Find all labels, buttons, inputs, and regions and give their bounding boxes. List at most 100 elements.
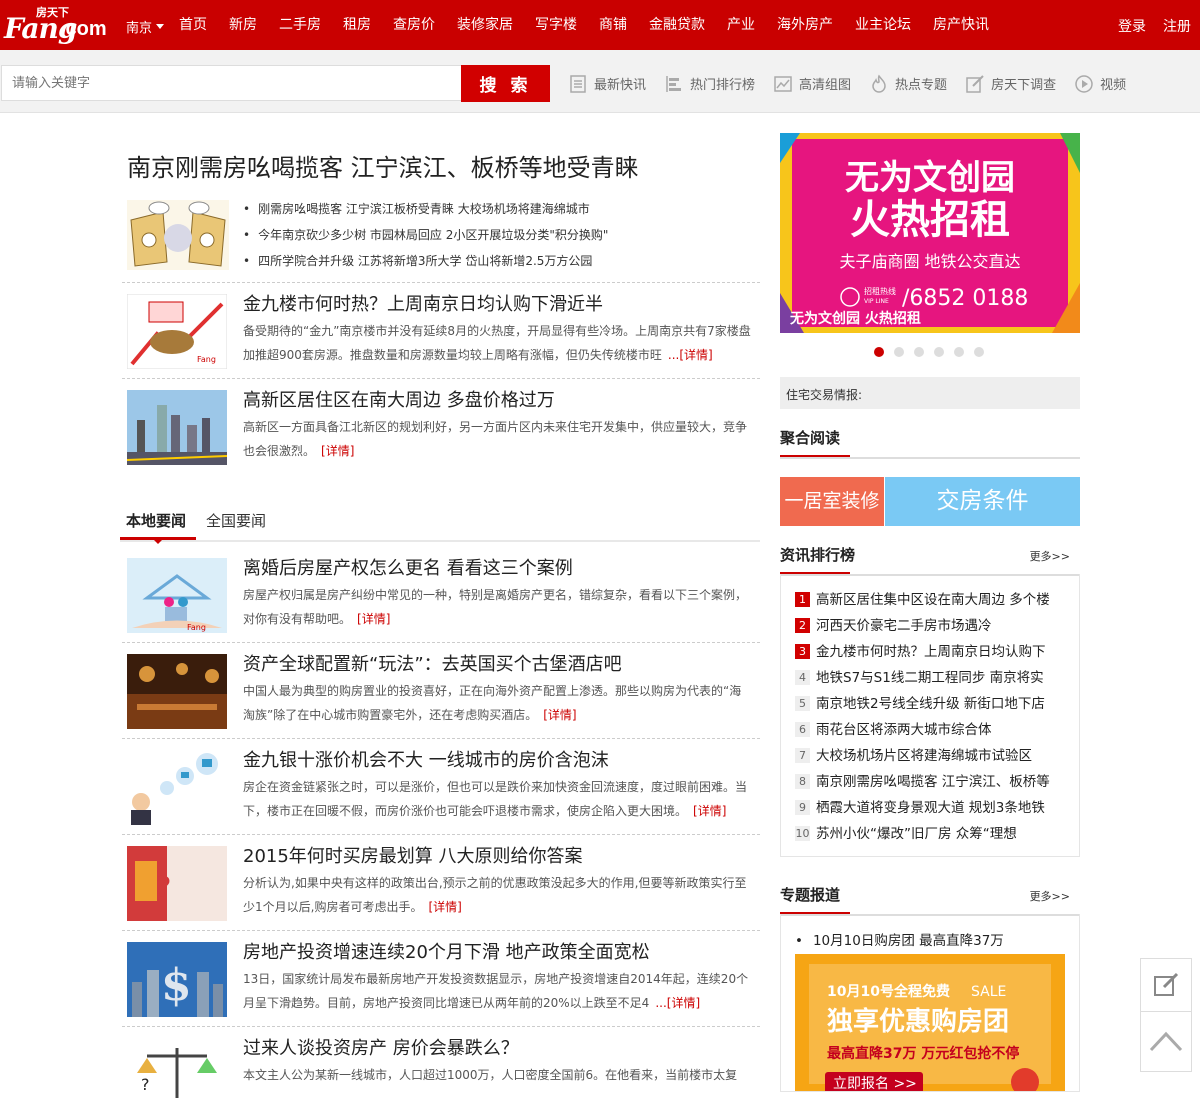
one-bedroom-decor-button[interactable]: 一居室装修 — [780, 477, 884, 526]
news-summary-text: 房企在资金链紧张之时，可以是涨价，但也可以是跌价来加快资金回流速度，度过眼前困难… — [243, 780, 748, 818]
city-selector[interactable]: 南京 — [126, 17, 165, 36]
rank-item[interactable]: 10 苏州小伙“爆改”旧厂房 众筹“理想 — [795, 822, 1065, 842]
quick-links: 最新快讯 热门排行榜 高清组图 热点专题 房天下调查 视频 — [568, 65, 1144, 102]
quicklink-survey[interactable]: 房天下调查 — [965, 74, 1056, 94]
rank-item[interactable]: 2 河西天价豪宅二手房市场遇冷 — [795, 614, 1065, 634]
ad-banner[interactable]: 无为文创园 火热招租 夫子庙商圈 地铁公交直达 招租热线 VIP LINE /6… — [780, 133, 1080, 333]
nav-item-finance[interactable]: 金融贷款 — [638, 0, 716, 50]
nav-item-overseas[interactable]: 海外房产 — [766, 0, 844, 50]
site-logo[interactable]: 房天下 Fang .com — [4, 6, 118, 45]
news-thumbnail[interactable]: ? — [127, 1038, 227, 1113]
news-thumbnail[interactable]: Fang — [127, 558, 227, 633]
detail-link[interactable]: [详情] — [428, 900, 461, 914]
news-title[interactable]: 资产全球配置新“玩法”：去英国买个古堡酒店吧 — [243, 650, 622, 676]
quicklink-video[interactable]: 视频 — [1074, 74, 1126, 94]
rank-title: 资讯排行榜 — [780, 546, 856, 564]
news-title[interactable]: 离婚后房屋产权怎么更名 看看这三个案例 — [243, 554, 573, 580]
news-thumbnail[interactable]: Fang — [127, 294, 227, 369]
ad-line2: 火热招租 — [850, 197, 1010, 243]
news-summary: 分析认为,如果中央有这样的政策出台,预示之前的优惠政策没起多大的作用,但要等新政… — [243, 871, 753, 919]
svg-text:?: ? — [141, 1075, 150, 1094]
search-button[interactable]: 搜 索 — [461, 65, 550, 102]
rank-number: 8 — [795, 774, 810, 789]
quicklink-topics[interactable]: 热点专题 — [869, 74, 947, 94]
detail-link[interactable]: ...[详情] — [668, 348, 713, 362]
news-summary-text: 分析认为,如果中央有这样的政策出台,预示之前的优惠政策没起多大的作用,但要等新政… — [243, 876, 747, 914]
nav-item-news[interactable]: 房产快讯 — [922, 0, 1000, 50]
nav-item-rent[interactable]: 租房 — [332, 0, 382, 50]
news-summary-text: 中国人最为典型的购房置业的投资喜好，正在向海外资产配置上渗透。那些以购房为代表的… — [243, 684, 742, 722]
tab-local-news[interactable]: 本地要闻 — [126, 510, 186, 531]
topic-banner[interactable]: 10月10号全程免费 SALE 独享优惠购房团 最高直降37万 万元红包抢不停 … — [795, 954, 1065, 1091]
nav-item-office[interactable]: 写字楼 — [524, 0, 588, 50]
rank-item[interactable]: 1 高新区居住集中区设在南大周边 多个楼 — [795, 588, 1065, 608]
search-input[interactable] — [1, 65, 471, 101]
ad-line3: 夫子庙商圈 地铁公交直达 — [839, 252, 1020, 271]
rank-item[interactable]: 9 栖霞大道将变身景观大道 规划3条地铁 — [795, 796, 1065, 816]
rank-item[interactable]: 5 南京地铁2号线全线升级 新街口地下店 — [795, 692, 1065, 712]
nav-item-price[interactable]: 查房价 — [382, 0, 446, 50]
rank-number: 3 — [795, 644, 810, 659]
carousel-dot[interactable] — [914, 347, 924, 357]
bullet-link[interactable]: 今年南京砍少多少树 市园林局回应 2小区开展垃圾分类"积分换购" — [243, 226, 763, 252]
detail-link[interactable]: [详情] — [543, 708, 576, 722]
nav-item-new-homes[interactable]: 新房 — [218, 0, 268, 50]
headline-bullets: 刚需房吆喝揽客 江宁滨江板桥受青睐 大校场机场将建海绵城市 今年南京砍少多少树 … — [243, 200, 763, 278]
news-title[interactable]: 房地产投资增速连续20个月下滑 地产政策全面宽松 — [243, 938, 650, 964]
nav-item-industry[interactable]: 产业 — [716, 0, 766, 50]
news-thumbnail[interactable] — [127, 750, 227, 825]
detail-link[interactable]: [详情] — [693, 804, 726, 818]
news-thumbnail[interactable] — [127, 390, 227, 465]
news-title[interactable]: 2015年何时买房最划算 八大原则给你答案 — [243, 842, 583, 868]
rank-item[interactable]: 6 雨花台区将添两大城市综合体 — [795, 718, 1065, 738]
nav-item-shops[interactable]: 商铺 — [588, 0, 638, 50]
rank-item[interactable]: 7 大校场机场片区将建海绵城市试验区 — [795, 744, 1065, 764]
news-thumbnail[interactable] — [127, 654, 227, 729]
juhe-title: 聚合阅读 — [780, 429, 841, 447]
topic-item[interactable]: 10月10日购房团 最高直降37万 — [795, 929, 1004, 949]
nav-item-second-hand[interactable]: 二手房 — [268, 0, 332, 50]
news-title[interactable]: 高新区居住区在南大周边 多盘价格过万 — [243, 386, 555, 412]
rank-item[interactable]: 4 地铁S7与S1线二期工程同步 南京将实 — [795, 666, 1065, 686]
news-item: Fang 离婚后房屋产权怎么更名 看看这三个案例 房屋产权归属是房产纠纷中常见的… — [127, 554, 757, 634]
detail-link[interactable]: ...[详情] — [655, 996, 700, 1010]
register-link[interactable]: 注册 — [1163, 16, 1191, 36]
carousel-dot[interactable] — [934, 347, 944, 357]
rank-list: 1 高新区居住集中区设在南大周边 多个楼 2 河西天价豪宅二手房市场遇冷 3 金九楼市… — [780, 574, 1080, 857]
bullet-link[interactable]: 刚需房吆喝揽客 江宁滨江板桥受青睐 大校场机场将建海绵城市 — [243, 200, 763, 226]
carousel-dot[interactable] — [974, 347, 984, 357]
detail-link[interactable]: [详情] — [321, 444, 354, 458]
nav-item-decor[interactable]: 装修家居 — [446, 0, 524, 50]
news-thumbnail[interactable]: $ — [127, 942, 227, 1017]
rank-more-link[interactable]: 更多>> — [1030, 548, 1070, 564]
login-link[interactable]: 登录 — [1118, 16, 1146, 36]
quicklink-ranking[interactable]: 热门排行榜 — [664, 74, 755, 94]
quicklink-gallery[interactable]: 高清组图 — [773, 74, 851, 94]
main-headline[interactable]: 南京刚需房吆喝揽客 江宁滨江、板桥等地受青睐 — [127, 148, 639, 183]
chart-image-icon — [774, 75, 792, 92]
news-title[interactable]: 过来人谈投资房产 房价会暴跌么？ — [243, 1034, 519, 1060]
feedback-edit-button[interactable] — [1141, 959, 1191, 1012]
news-title[interactable]: 金九楼市何时热？上周南京日均认购下滑近半 — [243, 290, 603, 316]
topic-more-link[interactable]: 更多>> — [1030, 888, 1070, 904]
rank-item[interactable]: 8 南京刚需房吆喝揽客 江宁滨江、板桥等 — [795, 770, 1065, 790]
bullet-link[interactable]: 四所学院合并升级 江苏将新增3所大学 岱山将新增2.5万方公园 — [243, 252, 763, 278]
nav-item-forum[interactable]: 业主论坛 — [844, 0, 922, 50]
rank-text: 栖霞大道将变身景观大道 规划3条地铁 — [816, 800, 1045, 816]
carousel-dot[interactable] — [874, 347, 884, 357]
headline-thumbnail[interactable] — [127, 200, 229, 270]
news-title[interactable]: 金九银十涨价机会不大 一线城市的房价含泡沫 — [243, 746, 609, 772]
juhe-header: 聚合阅读 — [780, 427, 1080, 459]
news-thumbnail[interactable]: ? — [127, 846, 227, 921]
carousel-dot[interactable] — [894, 347, 904, 357]
handover-conditions-button[interactable]: 交房条件 — [885, 477, 1080, 526]
detail-link[interactable]: [详情] — [357, 612, 390, 626]
news-item: Fang 金九楼市何时热？上周南京日均认购下滑近半 备受期待的“金九”南京楼市并… — [127, 290, 757, 370]
nav-item-home[interactable]: 首页 — [168, 0, 218, 50]
divider — [122, 1026, 760, 1027]
rank-item[interactable]: 3 金九楼市何时热？上周南京日均认购下 — [795, 640, 1065, 660]
tab-national-news[interactable]: 全国要闻 — [206, 510, 266, 531]
carousel-dot[interactable] — [954, 347, 964, 357]
back-to-top-button[interactable] — [1141, 1012, 1191, 1070]
quicklink-latest[interactable]: 最新快讯 — [568, 74, 646, 94]
